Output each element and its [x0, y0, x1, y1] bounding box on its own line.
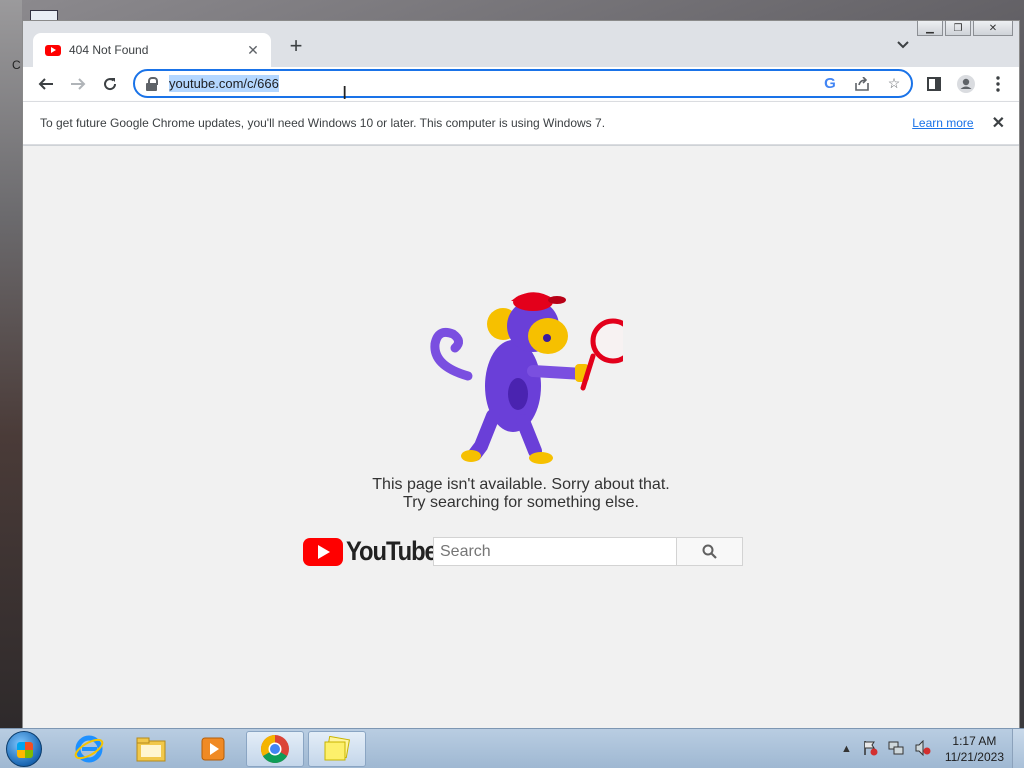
internet-explorer-icon[interactable]	[60, 731, 118, 767]
window-controls: ▁ ❐ ✕	[917, 21, 1013, 36]
lock-icon[interactable]	[145, 76, 159, 91]
desktop-glyph: C	[12, 58, 21, 72]
media-player-icon[interactable]	[184, 731, 242, 767]
search-icon	[702, 544, 717, 559]
network-icon[interactable]	[888, 740, 904, 759]
sticky-notes-icon[interactable]	[308, 731, 366, 767]
close-window-button[interactable]: ✕	[973, 21, 1013, 36]
tab-search-chevron-icon[interactable]	[897, 38, 909, 52]
toolbar: youtube.com/c/666 G ☆	[23, 67, 1019, 101]
infobar-close-icon[interactable]: ✕	[992, 113, 1005, 133]
side-panel-icon[interactable]	[921, 71, 947, 97]
show-hidden-icons-icon[interactable]: ▲	[841, 743, 852, 755]
chrome-window: 404 Not Found ✕ + ▁ ❐ ✕ youtube.com/c/66…	[22, 20, 1020, 729]
reload-button[interactable]	[97, 71, 123, 97]
back-button[interactable]	[33, 71, 59, 97]
clock-time: 1:17 AM	[952, 734, 997, 748]
bookmark-star-icon[interactable]: ☆	[885, 75, 903, 93]
profile-avatar-icon[interactable]	[953, 71, 979, 97]
action-center-flag-icon[interactable]	[862, 740, 878, 759]
tab-active[interactable]: 404 Not Found ✕	[33, 33, 271, 67]
menu-kebab-icon[interactable]	[985, 71, 1011, 97]
google-lens-icon[interactable]: G	[821, 75, 839, 93]
tab-title: 404 Not Found	[69, 43, 149, 57]
volume-muted-icon[interactable]	[914, 739, 932, 759]
youtube-play-icon	[303, 537, 343, 566]
error-message-line1: This page isn't available. Sorry about t…	[372, 476, 670, 493]
monkey-illustration	[430, 292, 623, 464]
youtube-search-input[interactable]	[433, 537, 677, 566]
system-tray: ▲ 1:17 AM 11/21/2023	[836, 729, 1024, 768]
youtube-search-button[interactable]	[676, 537, 743, 566]
tab-close-icon[interactable]: ✕	[245, 42, 261, 59]
minimize-button[interactable]: ▁	[917, 21, 943, 36]
youtube-favicon-icon	[45, 44, 61, 56]
page-content: This page isn't available. Sorry about t…	[23, 146, 1019, 729]
forward-button[interactable]	[65, 71, 91, 97]
taskbar: ▲ 1:17 AM 11/21/2023	[0, 728, 1024, 768]
desktop-edge	[0, 0, 22, 728]
error-message-line2: Try searching for something else.	[403, 494, 639, 511]
clock-date: 11/21/2023	[944, 750, 1004, 764]
start-button[interactable]	[6, 731, 42, 767]
taskbar-clock[interactable]: 1:17 AM 11/21/2023	[945, 733, 1004, 765]
url-text[interactable]: youtube.com/c/666	[169, 75, 279, 92]
show-desktop-button[interactable]	[1012, 729, 1024, 768]
youtube-logo[interactable]: YouTube	[303, 536, 449, 567]
youtube-logo-text: YouTube	[346, 536, 438, 566]
tab-strip: 404 Not Found ✕ + ▁ ❐ ✕	[23, 21, 1019, 67]
chrome-icon[interactable]	[246, 731, 304, 767]
infobar-message: To get future Google Chrome updates, you…	[40, 116, 606, 130]
file-explorer-icon[interactable]	[122, 731, 180, 767]
share-icon[interactable]	[853, 75, 871, 93]
address-bar[interactable]: youtube.com/c/666 G ☆	[133, 69, 913, 98]
new-tab-button[interactable]: +	[285, 35, 307, 57]
learn-more-link[interactable]: Learn more	[912, 116, 973, 130]
update-infobar: To get future Google Chrome updates, you…	[23, 101, 1019, 145]
restore-button[interactable]: ❐	[945, 21, 971, 36]
